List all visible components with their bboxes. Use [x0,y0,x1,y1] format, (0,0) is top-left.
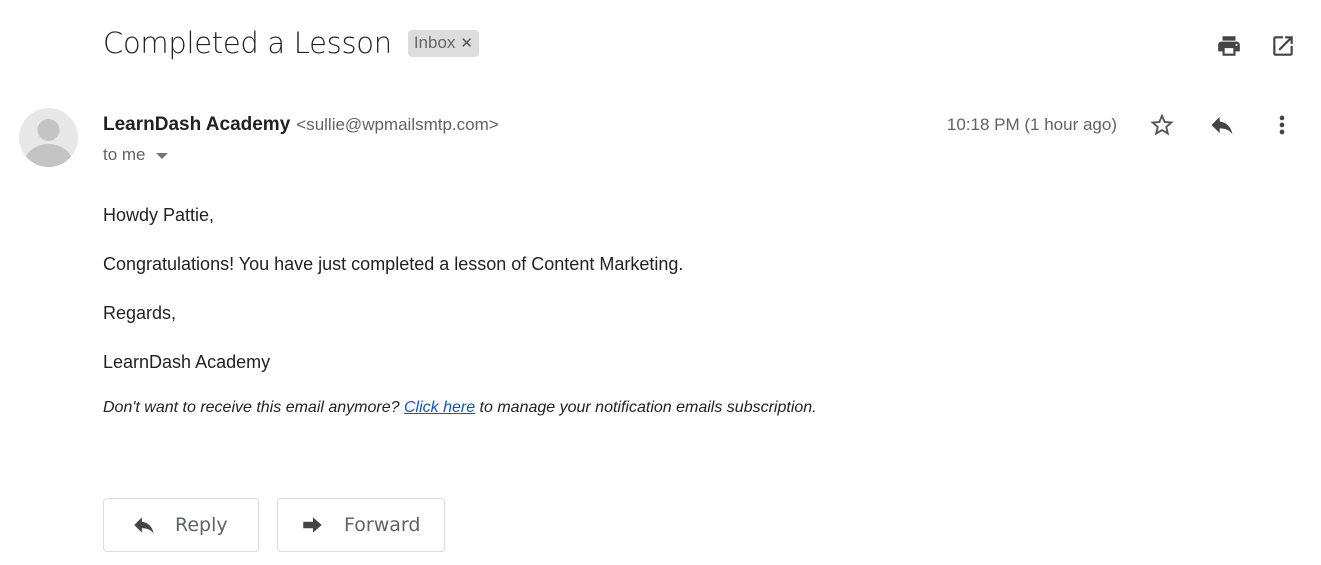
sender-avatar[interactable] [19,108,78,167]
body-signature: LearnDash Academy [103,352,271,372]
star-icon [1150,113,1174,136]
forward-label: Forward [344,514,421,536]
body-closing: Regards, [103,303,177,323]
manage-subscription-link[interactable]: Click here [404,399,475,416]
reply-actions: Reply Forward [103,498,445,552]
default-avatar-icon [24,119,73,167]
sender-row: LearnDash Academy <sullie@wpmailsmtp.com… [103,114,499,136]
reply-icon [1211,116,1233,135]
recipient-label: to me [103,145,146,164]
message-meta: 10:18 PM (1 hour ago) [947,110,1297,140]
subject-row: Completed a Lesson Inbox ✕ [103,26,479,60]
email-body: Howdy Pattie, Congratulations! You have … [103,205,683,401]
forward-icon [303,517,322,533]
print-all-button[interactable] [1216,33,1242,59]
body-greeting: Howdy Pattie, [103,205,215,225]
sender-email: <sullie@wpmailsmtp.com> [296,115,499,134]
recipient-details-toggle[interactable]: to me [103,145,168,165]
print-icon [1218,36,1240,56]
open-in-new-window-button[interactable] [1270,33,1296,59]
more-options-button[interactable] [1267,110,1297,140]
reply-icon [134,517,154,534]
reply-label: Reply [175,514,228,536]
star-button[interactable] [1147,110,1177,140]
unsubscribe-text-before: Don't want to receive this email anymore… [103,399,404,416]
reply-action-button[interactable]: Reply [103,498,259,552]
label-chip-inbox[interactable]: Inbox ✕ [407,29,479,57]
sender-name[interactable]: LearnDash Academy [103,114,290,136]
body-message: Congratulations! You have just completed… [103,254,684,274]
close-icon[interactable]: ✕ [460,34,473,52]
caret-down-icon[interactable] [155,153,168,159]
forward-action-button[interactable]: Forward [277,498,445,552]
top-toolbar [1216,33,1296,59]
email-subject: Completed a Lesson [103,26,392,60]
open-in-new-icon [1273,36,1293,56]
label-chip-text: Inbox [413,32,456,52]
timestamp: 10:18 PM (1 hour ago) [946,115,1117,134]
unsubscribe-text-after: to manage your notification emails subsc… [475,399,817,416]
unsubscribe-note: Don't want to receive this email anymore… [103,399,817,417]
more-vert-icon [1279,115,1285,135]
reply-button[interactable] [1207,110,1237,140]
